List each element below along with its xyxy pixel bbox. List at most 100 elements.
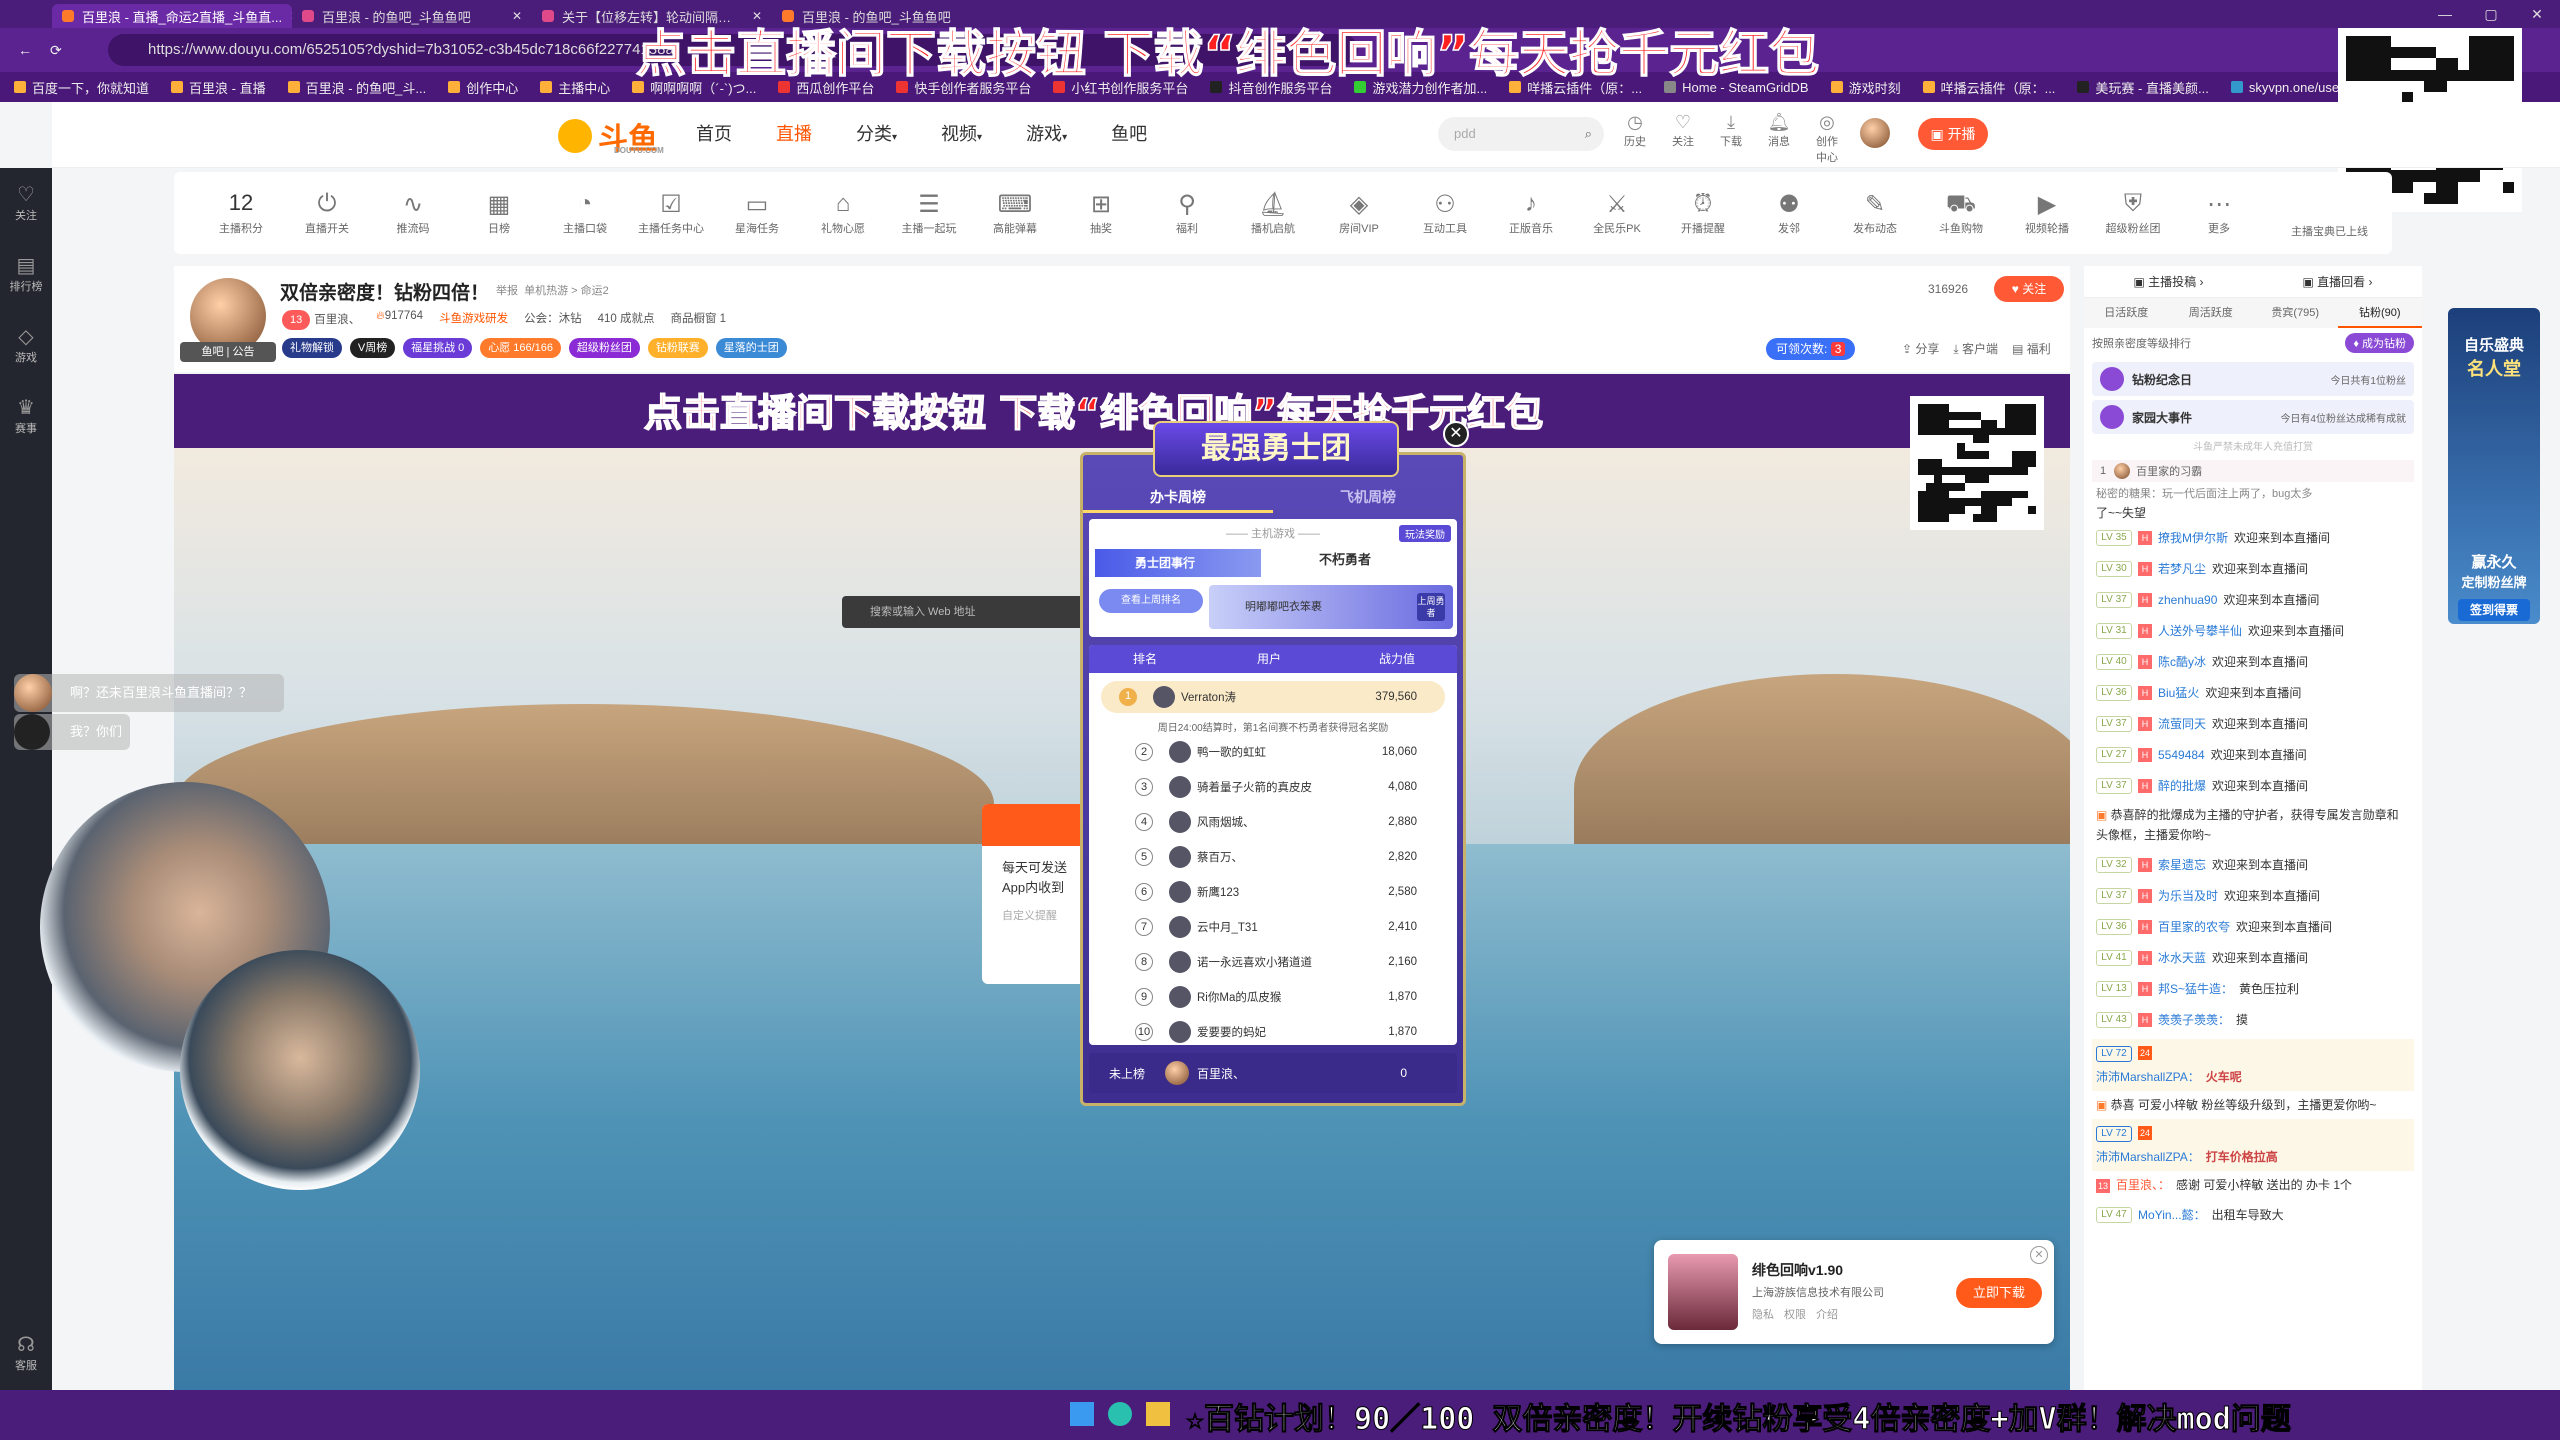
tool-pocket[interactable]: ◔ 主播口袋 [542, 190, 628, 236]
bookmark[interactable]: 百里浪 - 直播 [171, 78, 266, 97]
share-button[interactable]: ⇪ 分享 [1902, 340, 1939, 357]
tool-superfans[interactable]: ⛨ 超级粉丝团 [2090, 190, 2176, 236]
folder-icon[interactable] [1146, 1402, 1170, 1426]
bookmark[interactable]: 游戏时刻 [1830, 78, 1901, 97]
download-button[interactable]: ⤓ 下载 [1716, 112, 1746, 165]
draws-badge[interactable]: 可领次数: 3 [1766, 338, 1856, 360]
chat-user[interactable]: 羡羡子羡羡： [2158, 1011, 2230, 1028]
tool-gift-wish[interactable]: ⌂ 礼物心愿 [800, 190, 886, 236]
intro-link[interactable]: 介绍 [1816, 1306, 1838, 1322]
edge-browser-icon[interactable] [1108, 1402, 1132, 1426]
tab-card-week[interactable]: 办卡周榜 [1083, 481, 1273, 513]
rail-rank[interactable]: ▤ 排行榜 [0, 253, 52, 294]
ranking-row[interactable]: 9 Ri你Ma的瓜皮猴 1,870 [1089, 979, 1457, 1014]
chat-user[interactable]: 索星遗忘 [2158, 856, 2206, 873]
room-tag[interactable]: 超级粉丝团 [568, 338, 640, 358]
chat-user[interactable]: zhenhua90 [2158, 593, 2217, 607]
douyu-logo[interactable]: 斗鱼 DOUYU.COM [558, 116, 664, 156]
tool-barrage[interactable]: ⌨ 高能弹幕 [972, 190, 1058, 236]
ranking-row[interactable]: 6 新鹰123 2,580 [1089, 874, 1457, 909]
bookmark[interactable]: 创作中心 [448, 78, 518, 97]
tool-task-center[interactable]: ☑ 主播任务中心 [628, 190, 714, 236]
side-ad[interactable]: 自乐盛典 名人堂 赢永久 定制粉丝牌 签到得票 [2448, 308, 2540, 624]
chat-user[interactable]: 醉的批爆 [2158, 777, 2206, 794]
chat-user[interactable]: 人送外号攀半仙 [2158, 622, 2242, 639]
privacy-link[interactable]: 隐私 [1752, 1306, 1774, 1322]
welfare-button[interactable]: ▤ 福利 [2012, 340, 2051, 357]
report-link[interactable]: 举报 [496, 285, 518, 297]
ranking-row[interactable]: 5 蔡百万、 2,820 [1089, 839, 1457, 874]
tool-post[interactable]: ✎ 发布动态 [1832, 190, 1918, 236]
anchor-score[interactable]: 12 主播积分 [198, 190, 284, 236]
anchor-post-button[interactable]: ▣ 主播投稿 › [2133, 273, 2203, 290]
chat-user[interactable]: Biu猛火 [2158, 684, 2199, 701]
tool-room-vip[interactable]: ◈ 房间VIP [1316, 190, 1402, 236]
chat-user[interactable]: 百里浪、： [2116, 1178, 2170, 1192]
tool-lottery[interactable]: ⊞ 抽奖 [1058, 190, 1144, 236]
tool-play-together[interactable]: ☰ 主播一起玩 [886, 190, 972, 236]
bookmark[interactable]: 主播中心 [540, 78, 610, 97]
chat-user[interactable]: 冰水天蓝 [2158, 949, 2206, 966]
browser-tab-0[interactable]: 百里浪 - 直播_命运2直播_斗鱼直...✕ [52, 4, 292, 28]
chat-user[interactable]: 若梦凡尘 [2158, 560, 2206, 577]
guild-info[interactable]: 公会：沐钻 [524, 310, 582, 330]
client-button[interactable]: ⤓ 客户端 [1953, 340, 1998, 357]
close-window-icon[interactable]: ✕ [2514, 0, 2560, 28]
start-live-button[interactable]: ▣ 开播 [1918, 118, 1988, 150]
rail-events[interactable]: ♛ 赛事 [0, 395, 52, 436]
ranking-row[interactable]: 3 骑着量子火箭的真皮皮 4,080 [1089, 769, 1457, 804]
rail-service[interactable]: ☊ 客服 [0, 1332, 52, 1373]
tool-launch[interactable]: ⛵︎ 播机启航 [1230, 190, 1316, 236]
room-tag[interactable]: 钻粉联赛 [647, 338, 708, 358]
replay-button[interactable]: ▣ 直播回看 › [2302, 273, 2372, 290]
tab-weekly-active[interactable]: 周活跃度 [2169, 298, 2254, 328]
creator-center-button[interactable]: ◎ 创作中心 [1812, 112, 1842, 165]
anchor-name[interactable]: 13 百里浪、 [282, 310, 360, 330]
follow-anchor-button[interactable]: ♥ 关注 [1994, 276, 2064, 302]
windows-start-icon[interactable] [1070, 1402, 1094, 1426]
nav-live[interactable]: 直播 [776, 120, 812, 146]
tab-plane-week[interactable]: 飞机周榜 [1273, 481, 1463, 513]
gov-label[interactable]: 公告 [232, 346, 254, 358]
room-tag[interactable]: 福星挑战 0 [403, 338, 473, 358]
close-icon[interactable]: ✕ [2030, 1246, 2048, 1264]
rail-follow[interactable]: ♡ 关注 [0, 182, 52, 223]
chat-user[interactable]: 陈c酷y冰 [2158, 653, 2206, 670]
tab-diamond-fans[interactable]: 钻粉(90) [2337, 298, 2422, 328]
bookmark[interactable]: 百里浪 - 的鱼吧_斗... [287, 78, 426, 97]
tool-video-loop[interactable]: ▶ 视频轮播 [2004, 190, 2090, 236]
tool-pk[interactable]: ⚔ 全民乐PK [1574, 190, 1660, 236]
tool-music[interactable]: ♪ 正版音乐 [1488, 190, 1574, 236]
fan-label[interactable]: 鱼吧 [202, 346, 224, 358]
become-fan-button[interactable]: ♦ 成为钻粉 [2345, 333, 2414, 353]
chat-user[interactable]: 5549484 [2158, 748, 2205, 762]
chat-user[interactable]: 为乐当及时 [2158, 887, 2218, 904]
tab-vip[interactable]: 贵宾(795) [2253, 298, 2338, 328]
achievements-info[interactable]: 410 成就点 [598, 310, 655, 330]
guide-link[interactable]: 主播宝典已上线 [2291, 223, 2368, 239]
bookmark[interactable]: 咩播云插件（原：... [1922, 78, 2055, 97]
tool-live-switch[interactable]: ⏻ 直播开关 [284, 190, 370, 236]
last-week-button[interactable]: 查看上周排名 [1099, 589, 1203, 613]
ranking-row[interactable]: 10 爱要要的蚂妃 1,870 [1089, 1014, 1457, 1045]
nav-video[interactable]: 视频▾ [941, 120, 982, 146]
tool-reminder[interactable]: ⏰︎ 开播提醒 [1660, 190, 1746, 236]
fan-card[interactable]: 钻粉纪念日 今日共有1位粉丝 [2092, 362, 2414, 396]
room-tag[interactable]: 星落的士团 [715, 338, 787, 358]
close-icon[interactable]: ✕ [1443, 421, 1469, 447]
bookmark[interactable]: 百度一下，你就知道 [14, 78, 149, 97]
search-icon[interactable]: ⌕ [1585, 117, 1592, 151]
shop-info[interactable]: 商品橱窗 1 [670, 310, 726, 330]
chat-user[interactable]: 流萤同天 [2158, 715, 2206, 732]
room-tag[interactable]: 礼物解锁 [282, 338, 342, 358]
nav-category[interactable]: 分类▾ [856, 120, 897, 146]
tool-more[interactable]: ⋯ 更多 [2176, 190, 2262, 236]
refresh-icon[interactable]: ⟳ [50, 42, 62, 59]
nav-games[interactable]: 游戏▾ [1026, 120, 1067, 146]
chat-user[interactable]: MoYin...懿： [2138, 1206, 2206, 1223]
back-icon[interactable]: ← [18, 42, 32, 58]
minimize-icon[interactable]: — [2422, 0, 2468, 28]
ranking-row[interactable]: 2 鸭一歌的虹虹 18,060 [1089, 734, 1457, 769]
rules-button[interactable]: 玩法奖励 [1399, 525, 1451, 542]
rail-games[interactable]: ◇ 游戏 [0, 324, 52, 365]
